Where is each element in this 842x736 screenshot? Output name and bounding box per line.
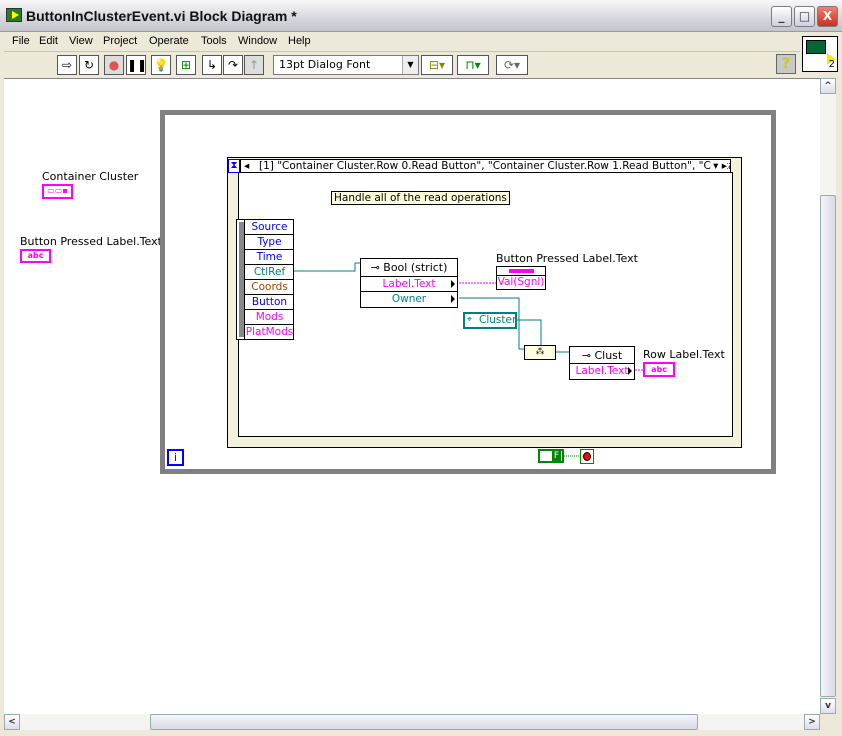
scroll-down-button[interactable]: v <box>820 698 836 714</box>
vertical-scroll-thumb[interactable] <box>820 195 836 697</box>
owner-wire <box>459 297 524 350</box>
ctlref-wire <box>294 262 360 272</box>
horizontal-scroll-thumb[interactable] <box>150 714 698 730</box>
vertical-scrollbar[interactable]: ^ v <box>820 78 836 714</box>
wires <box>294 262 643 457</box>
horizontal-scrollbar[interactable]: < > <box>4 714 820 730</box>
scroll-left-button[interactable]: < <box>4 714 20 730</box>
scroll-up-button[interactable]: ^ <box>820 78 836 94</box>
cluster-constant-wire <box>517 319 542 345</box>
scroll-right-button[interactable]: > <box>804 714 820 730</box>
